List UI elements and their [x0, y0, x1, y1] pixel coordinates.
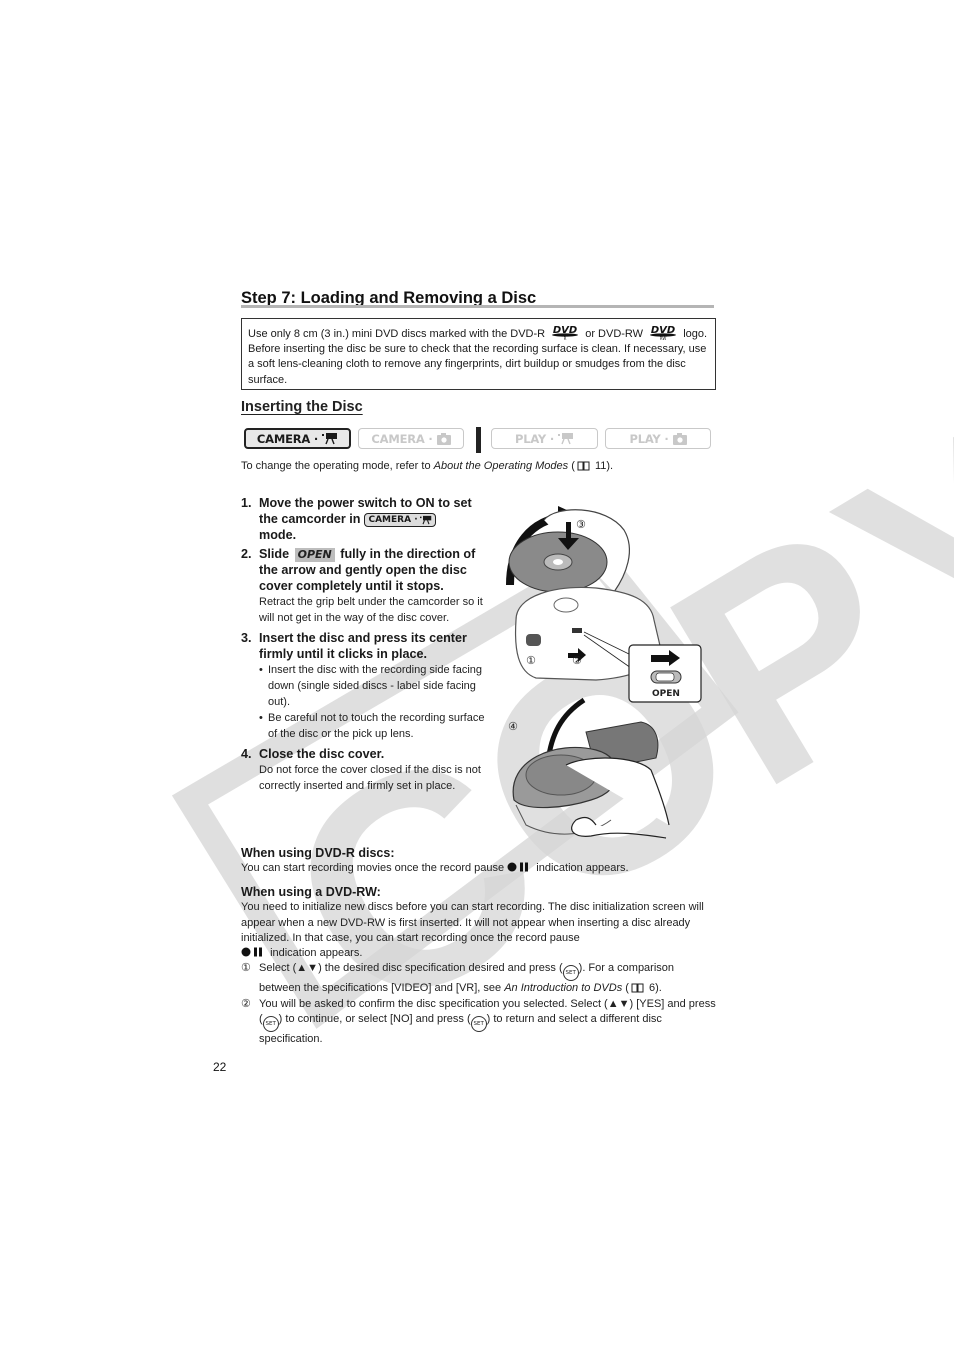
open-switch-label: OPEN	[294, 548, 335, 562]
intro-dvds-reference: An Introduction to DVDs	[504, 982, 623, 995]
title-rule	[241, 305, 714, 308]
callout-1: ①	[526, 654, 536, 667]
svg-text:RW: RW	[660, 336, 667, 340]
movie-camera-icon	[419, 515, 431, 525]
dvd-r-text: You can start recording movies once the …	[241, 862, 629, 874]
operating-modes-reference: About the Operating Modes	[433, 460, 569, 472]
notice-text: Use only 8 cm (3 in.) mini DVD discs mar…	[248, 328, 546, 340]
camera-movie-mode-badge: CAMERA ·	[364, 513, 436, 527]
callout-4: ④	[508, 720, 518, 733]
up-down-arrows-icon: ▲▼	[296, 962, 319, 975]
open-switch-label: OPEN	[652, 689, 680, 699]
mode-note: To change the operating mode, refer to A…	[241, 460, 614, 472]
dvd-r-logo-icon: DVD R	[552, 325, 579, 340]
callout-2: ②	[572, 654, 582, 667]
record-pause-icon	[241, 947, 262, 957]
set-button-icon: SET	[562, 965, 579, 982]
notice-text: or DVD-RW	[585, 328, 644, 340]
mode-camera-movie: CAMERA ·	[244, 428, 351, 449]
step-2: 2. Slide OPEN fully in the direction of …	[241, 547, 483, 624]
step-3: 3. Insert the disc and press its center …	[241, 630, 491, 742]
step-3-bullet: • Be careful not to touch the recording s…	[259, 712, 485, 740]
set-button-icon: SET	[262, 1016, 279, 1033]
step-3-bullet: • Insert the disc with the recording side…	[259, 664, 483, 708]
book-icon	[577, 461, 590, 471]
still-camera-icon	[672, 432, 687, 445]
mode-camera-still: CAMERA ·	[358, 428, 464, 449]
section-heading: Inserting the Disc	[241, 399, 363, 415]
up-down-arrows-icon: ▲▼	[607, 997, 630, 1010]
dvd-notes: When using DVD-R discs: You can start re…	[241, 845, 716, 1047]
steps-list: 1. Move the power switch to ON to set th…	[241, 495, 491, 794]
dvd-rw-text: You need to initialize new discs before …	[241, 901, 704, 960]
svg-text:R: R	[564, 336, 567, 340]
notice-box: Use only 8 cm (3 in.) mini DVD discs mar…	[241, 318, 716, 390]
dvd-r-heading: When using DVD-R discs:	[241, 846, 395, 860]
camcorder-illustration: ③ ① ② OPEN ④	[506, 506, 702, 839]
callout-3: ③	[576, 518, 586, 531]
dvd-rw-heading: When using a DVD-RW:	[241, 885, 381, 900]
mode-play-still: PLAY ·	[605, 428, 711, 449]
mode-play-movie: PLAY ·	[491, 428, 598, 449]
mode-divider	[476, 427, 481, 453]
record-pause-icon	[507, 862, 529, 872]
dvd-rw-item-2: ② You will be asked to confirm the disc …	[241, 997, 716, 1046]
movie-camera-icon	[322, 433, 338, 445]
set-button-icon: SET	[470, 1016, 487, 1033]
dvd-rw-logo-icon: DVD RW	[650, 325, 677, 340]
step-1: 1. Move the power switch to ON to set th…	[241, 496, 472, 542]
book-icon	[631, 983, 644, 993]
step-4: 4. Close the disc cover. Do not force th…	[241, 747, 481, 792]
page-number: 22	[213, 1060, 227, 1074]
dvd-rw-item-1: ① Select (▲▼) the desired disc specifica…	[241, 962, 675, 995]
still-camera-icon	[436, 432, 451, 445]
movie-camera-icon	[558, 433, 574, 445]
